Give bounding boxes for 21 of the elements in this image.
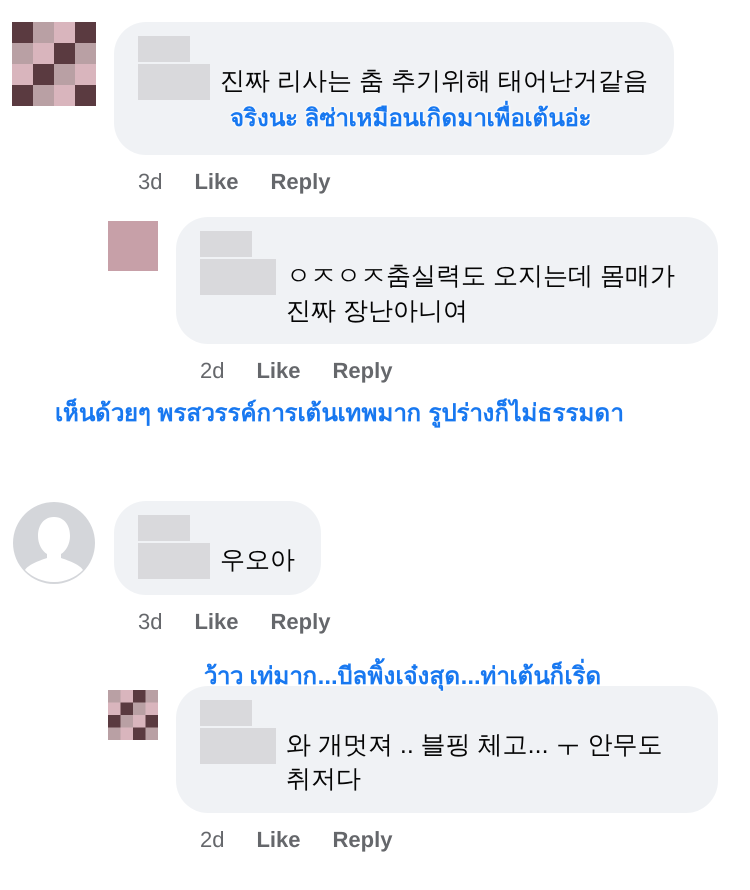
reply-button[interactable]: Reply [270, 609, 330, 636]
comment-text: 와 개멋져 .. 블핑 체고... ㅜ 안무도 취저다 [286, 730, 664, 796]
translation-text: ว้าว เท่มาก...บีลพิ้งเจ๋งสุด...ท่าเต้นก็เริ่ด [204, 657, 602, 698]
comment-time: 3d [138, 609, 162, 636]
comment-time: 3d [138, 169, 162, 196]
translation-text: เห็นด้วยๆ พรสวรรค์การเต้นเทพมาก รูปร่างก็ไม่ธรรมดา [55, 397, 624, 430]
translation-text: จริงนะ ลิซ่าเหมือนเกิดมาเพื่อเต้นอ่ะ [230, 98, 592, 140]
like-button[interactable]: Like [194, 169, 239, 196]
reply-button[interactable]: Reply [270, 169, 330, 196]
like-button[interactable]: Like [256, 358, 301, 384]
comment-text: 진짜 리사는 춤 추기위해 태어난거같음 [220, 66, 648, 97]
blurred-name [138, 64, 210, 100]
comment-text: 우오아 [220, 545, 295, 576]
comment-time: 2d [200, 826, 224, 853]
comment-text: ㅇㅈㅇㅈ춤실력도 오지는데 몸매가 진짜 장난아니여 [286, 261, 676, 327]
reply-button[interactable]: Reply [332, 826, 392, 853]
blurred-name [138, 543, 210, 580]
like-button[interactable]: Like [256, 826, 301, 853]
like-button[interactable]: Like [194, 609, 239, 636]
comment-time: 2d [200, 358, 224, 384]
reply-button[interactable]: Reply [332, 358, 392, 384]
